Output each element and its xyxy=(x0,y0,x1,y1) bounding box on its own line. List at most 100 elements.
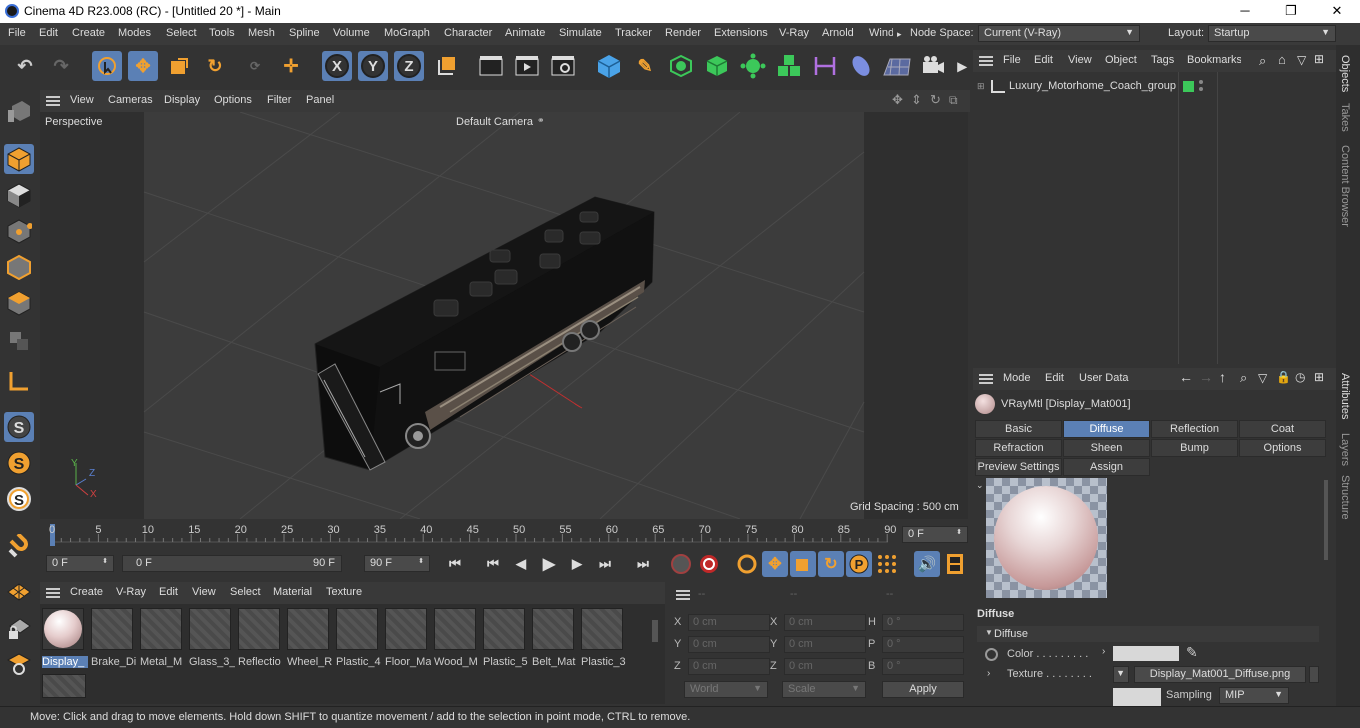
scale-dropdown[interactable]: Scale ▼ xyxy=(782,681,866,698)
extrude-icon[interactable] xyxy=(702,51,732,81)
subdivision-surface-icon[interactable] xyxy=(666,51,696,81)
locked-workplane-icon[interactable] xyxy=(4,612,34,642)
material-slot[interactable]: Wheel_R xyxy=(287,608,332,668)
menu-simulate[interactable]: Simulate xyxy=(559,27,602,39)
obj-menu-view[interactable]: View xyxy=(1068,54,1092,66)
collapse-arrow-icon[interactable]: ⌄ xyxy=(976,480,984,491)
color-animate-radio[interactable] xyxy=(985,648,998,661)
model-mode-icon[interactable] xyxy=(4,144,34,174)
menu-select[interactable]: Select xyxy=(166,27,197,39)
viewport-menu-filter[interactable]: Filter xyxy=(267,94,291,106)
coord-value-field[interactable]: 0 ° xyxy=(882,658,964,675)
close-button[interactable]: ✕ xyxy=(1314,2,1360,20)
eyedropper-icon[interactable]: ✎ xyxy=(1186,644,1198,661)
coord-value-field[interactable]: 0 cm xyxy=(784,636,866,653)
texture-menu-dropdown[interactable]: ▼ xyxy=(1113,666,1129,683)
viewport-maximize-icon[interactable]: ⧉ xyxy=(949,93,958,108)
next-key-icon[interactable]: ⏭ xyxy=(592,551,618,577)
sound-icon[interactable]: 🔊 xyxy=(914,551,940,577)
maximize-button[interactable]: ❐ xyxy=(1268,2,1314,20)
field-icon[interactable] xyxy=(846,51,876,81)
key-pla-icon[interactable] xyxy=(874,551,900,577)
mat-menu-select[interactable]: Select xyxy=(230,586,261,598)
viewport-menu-panel[interactable]: Panel xyxy=(306,94,334,106)
material-slot[interactable]: Floor_Ma xyxy=(385,608,431,668)
mat-menu-create[interactable]: Create xyxy=(70,586,103,598)
apply-button[interactable]: Apply xyxy=(882,681,964,698)
render-to-picture-viewer-icon[interactable] xyxy=(512,51,542,81)
menu-vray[interactable]: V-Ray xyxy=(779,27,809,39)
floor-icon[interactable] xyxy=(882,51,912,81)
menu-render[interactable]: Render xyxy=(665,27,701,39)
material-slot-empty[interactable] xyxy=(42,674,86,698)
tab-content-browser[interactable]: Content Browser xyxy=(1339,145,1351,227)
mat-menu-view[interactable]: View xyxy=(192,586,216,598)
redo-icon[interactable]: ↷ xyxy=(46,51,76,81)
timeline-ruler[interactable]: 0 5 10 15 20 25 30 35 40 45 50 55 60 65 70 75 80 85 90 0 F… xyxy=(40,520,970,550)
filter-icon[interactable]: ▽ xyxy=(1297,53,1306,67)
lock-icon[interactable]: 🔒 xyxy=(1276,370,1291,384)
menu-mograph[interactable]: MoGraph xyxy=(384,27,430,39)
menu-create[interactable]: Create xyxy=(72,27,105,39)
viewport-menu-options[interactable]: Options xyxy=(214,94,252,106)
tab-options[interactable]: Options xyxy=(1239,439,1326,457)
diffuse-group-header[interactable]: ▼ Diffuse xyxy=(977,626,1319,642)
move-icon[interactable]: ✥ xyxy=(128,51,158,81)
menu-extensions[interactable]: Extensions xyxy=(714,27,768,39)
tab-assign[interactable]: Assign xyxy=(1063,458,1150,476)
previous-key-icon[interactable]: ⏮ xyxy=(480,551,506,577)
cube-object-icon[interactable] xyxy=(594,51,624,81)
viewport-pan-icon[interactable]: ✥ xyxy=(892,92,903,108)
material-slot[interactable]: Wood_M xyxy=(434,608,478,668)
rotate-icon[interactable]: ↻ xyxy=(200,51,230,81)
uv-mode-icon[interactable] xyxy=(4,326,34,356)
coordinate-system-icon[interactable] xyxy=(432,51,462,81)
end-frame-field[interactable]: 90 F ⬍ xyxy=(364,555,430,572)
key-rotation-icon[interactable]: ↻ xyxy=(818,551,844,577)
tab-refraction[interactable]: Refraction xyxy=(975,439,1062,457)
layout-dropdown[interactable]: Startup ▼ xyxy=(1208,25,1336,42)
render-settings-icon[interactable] xyxy=(548,51,578,81)
viewport-perspective[interactable]: Perspective Default Camera ⚭ Grid Spacin… xyxy=(40,112,968,519)
menu-tracker[interactable]: Tracker xyxy=(615,27,652,39)
z-axis-icon[interactable]: Z xyxy=(394,51,424,81)
coordinates-menu-icon[interactable] xyxy=(676,590,690,600)
tab-preview-settings[interactable]: Preview Settings xyxy=(975,458,1062,476)
forward-arrow-icon[interactable]: → xyxy=(1199,369,1213,385)
keyframe-selection-icon[interactable] xyxy=(734,551,760,577)
new-view-icon[interactable]: ⊞ xyxy=(1314,52,1324,66)
mat-menu-vray[interactable]: V-Ray xyxy=(116,586,146,598)
obj-menu-bookmarks[interactable]: Bookmarks xyxy=(1187,54,1241,66)
object-name[interactable]: Luxury_Motorhome_Coach_group xyxy=(1009,80,1176,92)
obj-menu-tags[interactable]: Tags xyxy=(1151,54,1174,66)
menu-tools[interactable]: Tools xyxy=(209,27,235,39)
color-expand-icon[interactable]: › xyxy=(1102,646,1105,657)
tab-attributes[interactable]: Attributes xyxy=(1339,373,1351,419)
render-view-icon[interactable] xyxy=(476,51,506,81)
attr-search-icon[interactable]: ⌕ xyxy=(1240,370,1247,386)
texture-mode-icon[interactable] xyxy=(4,180,34,210)
menu-spline[interactable]: Spline xyxy=(289,27,320,39)
material-slot[interactable]: Plastic_4 xyxy=(336,608,381,668)
obj-menu-file[interactable]: File xyxy=(1003,54,1021,66)
frame-range-slider[interactable]: 0 F 90 F xyxy=(122,555,342,572)
texture-more-button[interactable] xyxy=(1309,666,1319,683)
menu-character[interactable]: Character xyxy=(444,27,492,39)
coord-value-field[interactable]: 0 cm xyxy=(784,658,866,675)
edge-mode-icon[interactable] xyxy=(4,252,34,282)
attribute-menu-icon[interactable] xyxy=(979,374,993,384)
editor-visibility-dot[interactable] xyxy=(1199,80,1203,84)
viewport-menu-view[interactable]: View xyxy=(70,94,94,106)
viewport-menu-display[interactable]: Display xyxy=(164,94,200,106)
material-menu-icon[interactable] xyxy=(46,588,60,598)
mat-menu-material[interactable]: Material xyxy=(273,586,312,598)
color-swatch[interactable] xyxy=(1113,646,1179,661)
menu-file[interactable]: File xyxy=(8,27,26,39)
material-scrollbar[interactable] xyxy=(652,620,658,642)
object-menu-icon[interactable] xyxy=(979,56,993,66)
material-slot[interactable]: Plastic_3 xyxy=(581,608,626,668)
material-slot[interactable]: Reflectio xyxy=(238,608,282,668)
viewport-orbit-icon[interactable]: ↻ xyxy=(930,92,941,108)
cloner-icon[interactable] xyxy=(738,51,768,81)
coord-value-field[interactable]: 0 cm xyxy=(784,614,866,631)
